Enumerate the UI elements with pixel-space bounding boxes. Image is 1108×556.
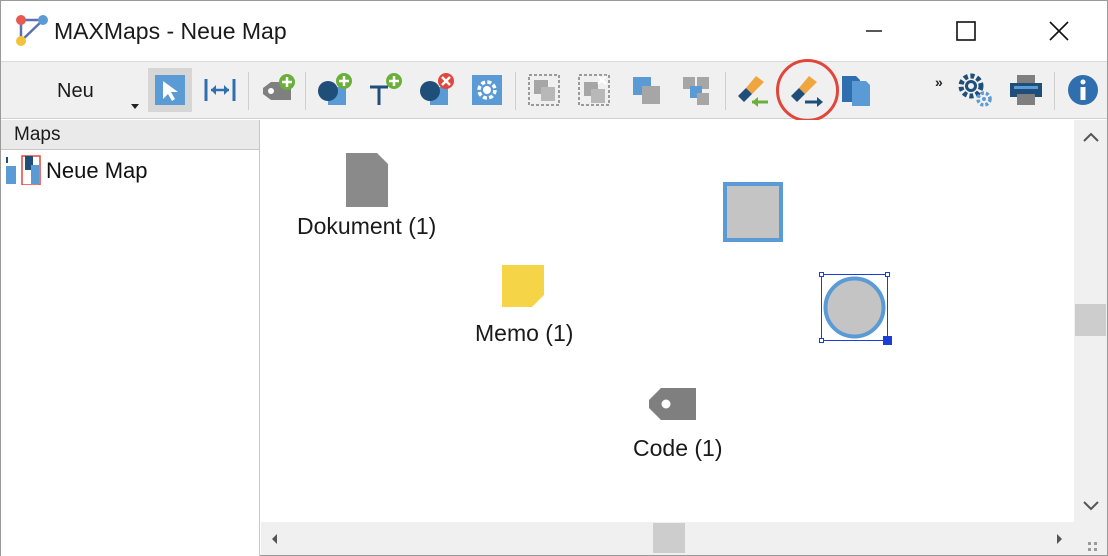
chevron-up-icon xyxy=(1082,132,1099,142)
size-grip[interactable] xyxy=(1074,522,1107,555)
settings-icon xyxy=(472,75,502,105)
scroll-up-button[interactable] xyxy=(1074,120,1107,153)
tree-item-label: Neue Map xyxy=(46,158,148,183)
minimize-icon xyxy=(866,30,882,32)
copy-map-button[interactable] xyxy=(834,68,878,112)
code-tag-icon xyxy=(649,388,696,420)
select-pointer-icon xyxy=(155,75,185,105)
document-node[interactable]: Dokument (1) xyxy=(297,152,497,282)
horizontal-scrollbar[interactable] xyxy=(261,522,1074,555)
scroll-left-button[interactable] xyxy=(261,522,287,555)
fit-width-button[interactable] xyxy=(198,68,242,112)
memo-icon xyxy=(502,265,544,307)
toolbar-overflow-button[interactable]: » xyxy=(935,74,943,90)
add-code-icon xyxy=(263,74,295,100)
chevron-left-icon xyxy=(272,533,277,544)
bring-front-button[interactable] xyxy=(624,68,668,112)
remove-shape-icon xyxy=(420,73,454,105)
size-grip-icon xyxy=(1088,542,1097,551)
chevron-right-icon xyxy=(1057,533,1062,544)
document-node-label: Dokument (1) xyxy=(297,213,437,239)
square-shape-icon xyxy=(723,182,783,242)
square-shape-node[interactable] xyxy=(723,182,783,242)
maps-panel-header: Maps xyxy=(1,120,259,150)
bring-front-icon xyxy=(633,77,660,104)
format-painter-import-button[interactable] xyxy=(732,68,776,112)
ungroup-button[interactable] xyxy=(572,68,616,112)
code-node-label: Code (1) xyxy=(633,435,723,461)
circle-shape-node[interactable] xyxy=(819,272,893,346)
memo-node[interactable]: Memo (1) xyxy=(475,264,615,354)
map-icon xyxy=(6,155,41,185)
ungroup-icon xyxy=(578,74,610,106)
app-window: MAXMaps - Neue Map Neu » Maps Neue Map D… xyxy=(0,0,1108,556)
add-text-icon xyxy=(370,73,402,105)
group-icon xyxy=(528,74,560,106)
options-gears-icon xyxy=(958,73,992,107)
shape-settings-button[interactable] xyxy=(465,68,509,112)
window-title: MAXMaps - Neue Map xyxy=(54,18,287,44)
scroll-right-button[interactable] xyxy=(1047,522,1073,555)
tree-item-map[interactable]: Neue Map xyxy=(1,152,259,188)
horizontal-scroll-thumb[interactable] xyxy=(653,523,685,553)
highlight-ring xyxy=(776,59,839,122)
print-button[interactable] xyxy=(1004,68,1048,112)
print-icon xyxy=(1010,75,1042,105)
close-button[interactable] xyxy=(1036,1,1082,61)
maxmaps-logo-icon xyxy=(16,15,48,46)
vertical-scroll-thumb[interactable] xyxy=(1075,304,1106,336)
close-icon xyxy=(1049,21,1069,41)
options-button[interactable] xyxy=(953,68,997,112)
info-button[interactable] xyxy=(1061,68,1105,112)
dropdown-arrow-icon xyxy=(131,104,139,109)
toolbar: Neu » xyxy=(1,59,1107,122)
copy-map-icon xyxy=(842,76,870,106)
maximize-icon xyxy=(956,21,976,41)
remove-shape-button[interactable] xyxy=(414,68,458,112)
minimize-button[interactable] xyxy=(851,1,897,61)
map-canvas[interactable]: Dokument (1) Memo (1) Code (1) xyxy=(261,120,1073,522)
add-shape-icon xyxy=(318,73,352,105)
select-tool-button[interactable] xyxy=(148,68,192,112)
chevron-down-icon xyxy=(1082,500,1099,510)
add-shape-button[interactable] xyxy=(312,68,356,112)
group-button[interactable] xyxy=(522,68,566,112)
document-icon xyxy=(346,153,388,207)
info-icon xyxy=(1068,75,1098,105)
vertical-scrollbar[interactable] xyxy=(1074,120,1107,522)
code-node[interactable]: Code (1) xyxy=(633,384,773,464)
scroll-down-button[interactable] xyxy=(1074,489,1107,522)
format-painter-import-icon xyxy=(738,76,768,107)
new-button-label: Neu xyxy=(57,80,94,102)
maps-panel-title: Maps xyxy=(14,124,61,145)
title-bar: MAXMaps - Neue Map xyxy=(1,1,1107,61)
circle-shape-icon xyxy=(819,272,892,345)
fit-width-icon xyxy=(204,79,236,101)
memo-node-label: Memo (1) xyxy=(475,320,574,346)
new-dropdown-button[interactable]: Neu xyxy=(39,68,143,112)
add-text-button[interactable] xyxy=(362,68,406,112)
send-back-button[interactable] xyxy=(674,68,718,112)
send-back-icon xyxy=(683,77,709,105)
add-code-button[interactable] xyxy=(255,68,299,112)
maximize-button[interactable] xyxy=(943,1,989,61)
maps-panel: Maps Neue Map xyxy=(1,120,260,556)
